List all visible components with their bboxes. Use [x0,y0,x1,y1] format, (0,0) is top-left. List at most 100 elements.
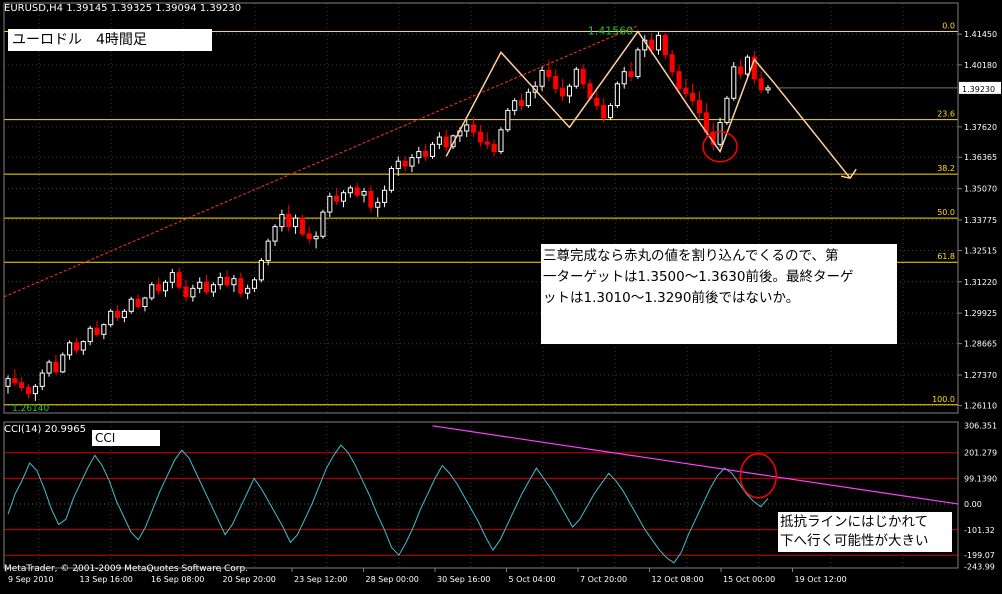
cci-tick-label: 99.1390 [964,475,997,484]
annotation-resistance: 抵抗ラインにはじかれて 下へ行く可能性が大きい [778,512,952,552]
price-marker-label: 1.39230 [962,85,995,94]
bear-candle [628,71,634,78]
bull-candle [744,56,751,75]
x-tick-label: 23 Sep 12:00 [294,575,347,584]
bull-candle [149,284,155,299]
bear-candle [19,382,25,389]
bull-candle [655,34,662,51]
bull-candle [388,168,394,191]
bull-candle [607,105,614,119]
bull-candle [313,235,319,240]
fib-label: 0.0 [942,21,955,30]
bear-candle [477,131,483,143]
bear-candle [334,195,340,202]
bull-candle [32,385,38,395]
annotation-target-line: 三尊完成なら赤丸の値を割り込んでくるので、第 [543,248,839,264]
bear-candle [156,284,162,292]
cci-tick-label: 0.00 [964,500,982,509]
bear-candle [491,143,497,153]
bull-candle [67,342,73,356]
x-tick-label: 15 Oct 00:00 [723,575,775,584]
bear-candle [676,71,682,90]
x-tick-label: 19 Oct 12:00 [795,575,847,584]
bull-candle [436,136,442,145]
fib-label: 61.8 [937,252,955,261]
bull-candle [265,240,271,261]
bear-candle [471,124,477,133]
bear-candle [183,286,189,298]
bear-candle [12,378,18,384]
bear-candle [204,281,210,293]
y-tick-label: 1.33775 [964,216,997,225]
x-tick-label: 7 Oct 20:00 [580,575,627,584]
main-panel-border [3,2,959,414]
cci-header: CCI(14) 20.9965 [4,424,86,435]
bull-candle [717,122,723,145]
bear-candle [669,54,675,73]
bear-candle [601,105,607,119]
bull-candle [251,279,258,289]
cci-tick-label: 201.279 [964,448,997,457]
bear-candle [690,92,696,102]
bear-candle [546,69,552,78]
bull-candle [210,284,216,293]
y-tick-label: 1.29925 [964,309,997,318]
bull-candle [217,276,223,286]
bull-candle [320,211,326,237]
fib-label: 38.2 [937,164,955,173]
chart-window: { "window": { "header": "EURUSD,H4 1.391… [0,0,1002,594]
cci-tick-label: -243.99 [964,562,995,571]
cci-tick-label: -101.32 [964,526,995,535]
bear-candle [114,310,121,318]
annotation-target-line: ットは1.3010～1.3290前後ではないか。 [543,290,800,306]
bull-candle [724,97,730,124]
cci-resistance-line [432,425,959,505]
bull-candle [80,341,86,351]
bull-candle [245,287,251,294]
bear-candle [443,136,449,148]
bull-candle [621,71,627,85]
bull-candle [464,124,470,132]
bull-candle [169,272,175,283]
bear-candle [25,387,32,395]
bear-candle [402,160,408,167]
y-tick-label: 1.28665 [964,340,997,349]
bear-candle [553,76,559,90]
bull-candle [395,160,401,170]
bear-candle [354,187,360,196]
bull-candle [279,214,285,228]
bull-candle [429,143,436,157]
copyright: MetaTrader, © 2001-2009 MetaQuotes Softw… [4,564,249,574]
bull-candle [539,69,545,87]
x-tick-label: 30 Sep 16:00 [437,575,490,584]
bear-candle [306,233,312,240]
bull-candle [505,109,511,131]
peak-label: 1.41560 [588,24,634,37]
bull-candle [512,100,518,111]
bull-candle [566,85,572,97]
bull-candle [197,281,203,289]
bull-candle [361,191,367,196]
bear-candle [662,34,668,56]
y-tick-label: 1.41450 [964,30,997,39]
bull-candle [765,87,771,91]
bull-candle [573,68,579,87]
y-tick-label: 1.31220 [964,278,997,287]
bull-candle [382,189,388,203]
annotation-resistance-line: 抵抗ラインにはじかれて [780,514,929,530]
bear-candle [560,88,566,97]
bull-candle [5,378,11,387]
x-tick-label: 16 Sep 08:00 [151,575,204,584]
bull-candle [731,66,737,99]
bull-candle [272,226,278,242]
bull-candle [121,310,127,318]
bear-candle [518,100,525,107]
bull-candle [498,129,504,153]
fibonacci-levels: 0.0 23.6 38.2 50.0 61.8 100.0 [4,21,958,406]
bull-candle [525,91,531,107]
bull-candle [327,195,333,213]
y-tick-label: 1.40180 [964,61,997,70]
bear-candle [696,100,703,114]
bull-candle [231,278,237,286]
bear-candle [758,78,764,91]
